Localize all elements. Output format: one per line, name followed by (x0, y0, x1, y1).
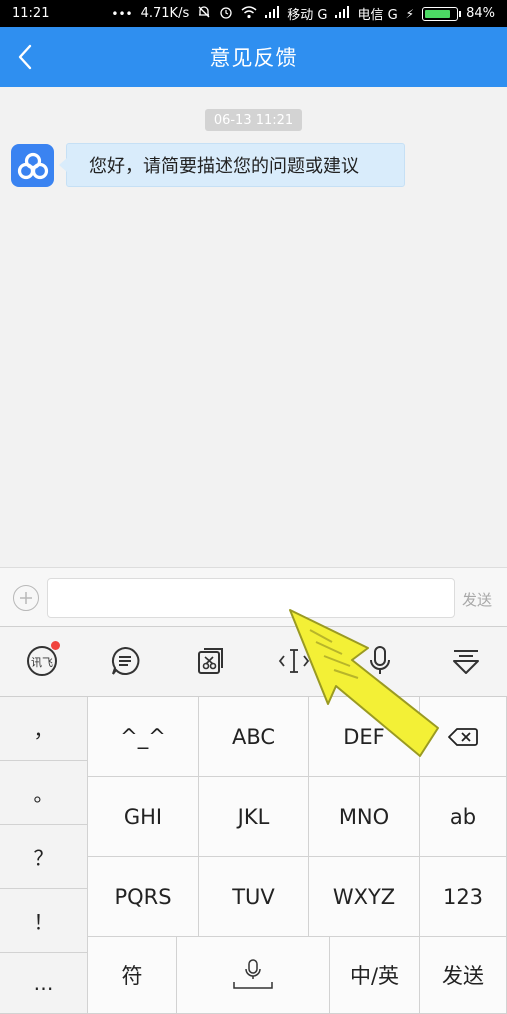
key-emoticon[interactable]: ^_^ (88, 697, 199, 777)
network-speed: 4.71K/s (140, 6, 190, 21)
svg-text:讯飞: 讯飞 (31, 656, 53, 669)
punct-key-ellipsis[interactable]: … (0, 953, 88, 1014)
chevron-left-icon (18, 44, 32, 70)
punct-key-comma[interactable]: ， (0, 697, 88, 761)
status-right: ••• 4.71K/s 移动 G 电信 G ⚡ 84% (111, 4, 495, 23)
status-bar: 11:21 ••• 4.71K/s 移动 G 电信 G ⚡ 84% (0, 0, 507, 27)
hide-keyboard-button[interactable] (448, 643, 484, 679)
more-dots-icon: ••• (111, 6, 133, 21)
key-lang-switch[interactable]: 中/英 (330, 937, 420, 1014)
keyboard-toolbar: 讯飞 (0, 627, 507, 697)
key-tuv[interactable]: TUV (199, 857, 309, 937)
ime-logo-button[interactable]: 讯飞 (24, 641, 60, 679)
cloud-logo-icon (17, 152, 48, 179)
key-symbols[interactable]: 符 (88, 937, 177, 1014)
punct-key-period[interactable]: 。 (0, 761, 88, 825)
punct-key-exclaim[interactable]: ！ (0, 889, 88, 953)
key-def[interactable]: DEF (309, 697, 420, 777)
alarm-icon (219, 5, 233, 22)
chat-area[interactable]: 06-13 11:21 您好，请简要描述您的问题或建议 (0, 87, 507, 567)
charging-icon: ⚡ (405, 6, 415, 21)
cursor-icon (278, 649, 310, 673)
keyboard: ， 。 ？ ！ … ^_^ ABC DEF GHI JKL MNO ab PQR… (0, 697, 507, 1014)
feedback-input[interactable] (47, 578, 455, 618)
backspace-icon (448, 727, 478, 746)
app-avatar (11, 144, 54, 187)
space-mic-icon (233, 959, 273, 989)
key-abc[interactable]: ABC (199, 697, 309, 777)
punct-key-question[interactable]: ？ (0, 825, 88, 889)
signal-icon (265, 6, 280, 21)
header: 意见反馈 (0, 27, 507, 87)
microphone-icon (370, 646, 390, 674)
battery-icon (422, 6, 462, 21)
notification-dot (51, 641, 60, 650)
chat-bubble-icon (112, 646, 140, 675)
key-123[interactable]: 123 (420, 857, 507, 937)
clipboard-icon (198, 648, 223, 674)
clipboard-button[interactable] (193, 643, 229, 679)
battery-percent: 84% (466, 6, 495, 21)
key-jkl[interactable]: JKL (199, 777, 309, 857)
message-text: 您好，请简要描述您的问题或建议 (89, 156, 359, 177)
quick-phrase-button[interactable] (107, 643, 143, 679)
voice-input-button[interactable] (362, 643, 398, 679)
plus-icon (20, 592, 32, 604)
mute-icon (197, 5, 211, 22)
key-ab[interactable]: ab (420, 777, 507, 857)
key-send[interactable]: 发送 (420, 937, 507, 1014)
key-mno[interactable]: MNO (309, 777, 420, 857)
cursor-edit-button[interactable] (276, 643, 312, 679)
message-timestamp: 06-13 11:21 (205, 109, 302, 131)
page-title: 意见反馈 (209, 46, 298, 70)
status-time: 11:21 (12, 6, 50, 21)
key-pqrs[interactable]: PQRS (88, 857, 199, 937)
back-button[interactable] (8, 40, 42, 74)
key-wxyz[interactable]: WXYZ (309, 857, 420, 937)
key-ghi[interactable]: GHI (88, 777, 199, 857)
carrier-1: 移动 G (287, 8, 328, 23)
add-attachment-button[interactable] (13, 585, 39, 611)
backspace-key[interactable] (420, 697, 507, 777)
hide-keyboard-icon (453, 650, 479, 674)
signal-icon-2 (335, 6, 350, 21)
send-button[interactable]: 发送 (462, 589, 492, 610)
carrier-2: 电信 G (357, 8, 398, 23)
message-bubble: 您好，请简要描述您的问题或建议 (59, 143, 405, 187)
input-bar: 发送 (0, 567, 507, 627)
wifi-icon (241, 5, 257, 22)
space-key[interactable] (177, 937, 330, 1014)
